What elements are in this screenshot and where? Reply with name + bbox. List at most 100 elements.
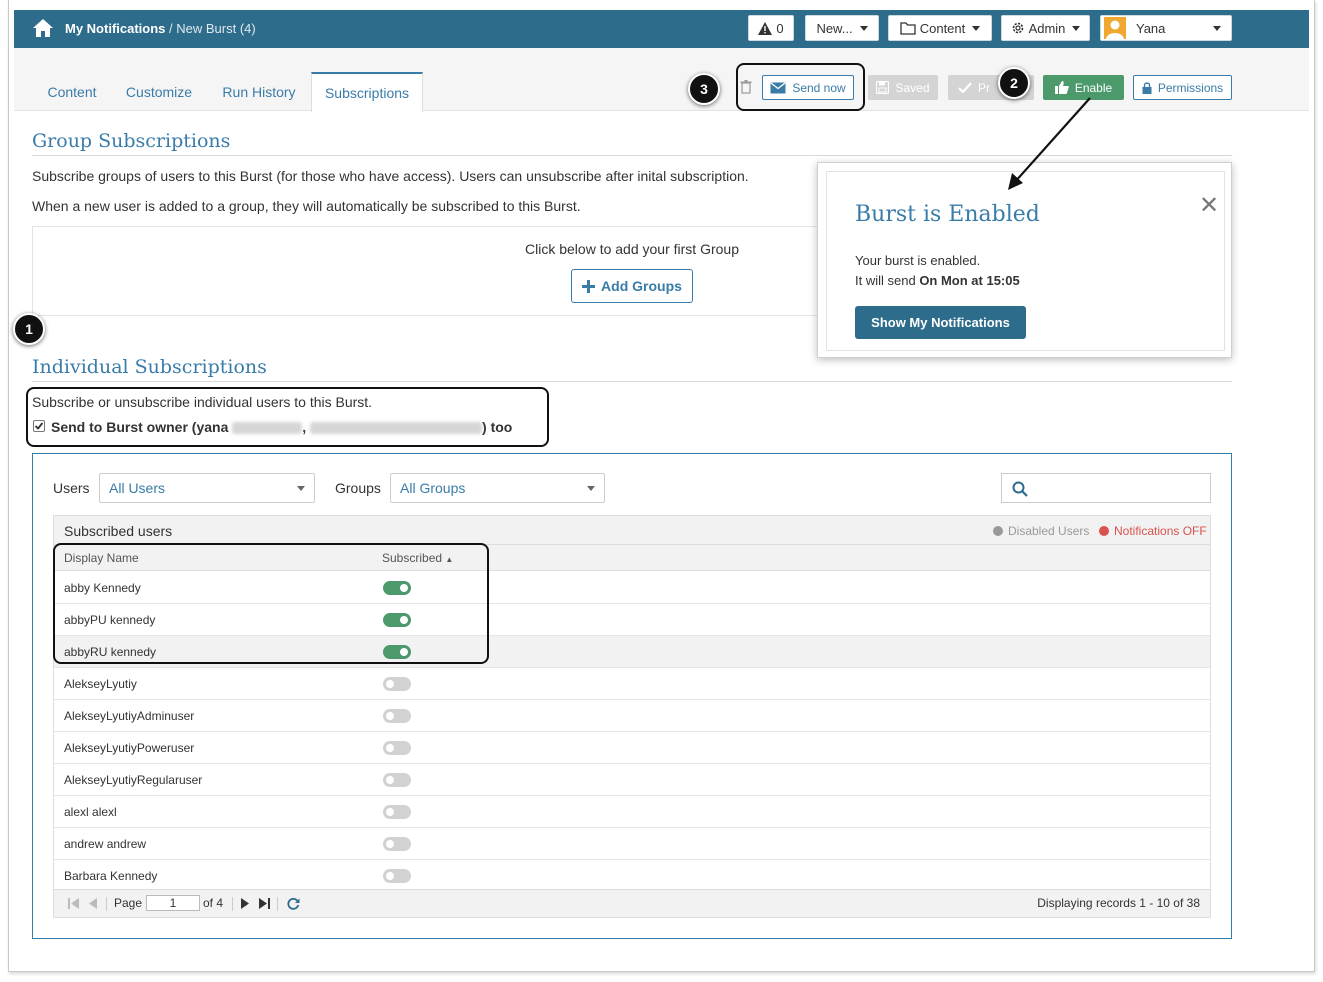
users-filter-value: All Users [109,480,166,496]
saved-button[interactable]: Saved [868,75,938,100]
last-page-icon[interactable] [258,898,270,909]
legend-notifications-off: Notifications OFF [1099,524,1207,538]
groups-filter-label: Groups [335,480,381,496]
red-dot-icon [1099,526,1109,536]
home-icon[interactable] [32,18,54,38]
table-row: AlekseyLyutiyPoweruser [54,732,1210,764]
records-display: Displaying records 1 - 10 of 38 [1037,896,1200,910]
floppy-icon [876,81,890,94]
users-filter-select[interactable]: All Users [99,473,315,503]
table-row: AlekseyLyutiy [54,668,1210,700]
popover-schedule: On Mon at 15:05 [919,273,1020,288]
subscription-toggle[interactable] [383,677,411,691]
check-icon [958,82,972,93]
close-icon[interactable]: ✕ [1199,194,1219,218]
refresh-icon[interactable] [287,897,300,910]
warning-icon [758,21,773,35]
popover-line2-prefix: It will send [855,273,920,288]
permissions-button[interactable]: Permissions [1133,75,1232,100]
show-my-notifications-button[interactable]: Show My Notifications [855,306,1026,339]
chevron-down-icon [297,486,305,491]
checkmark-icon [34,422,44,430]
legend-disabled-label: Disabled Users [1008,524,1090,538]
prev-page-icon[interactable] [89,898,98,909]
owner-checkbox[interactable] [33,420,45,432]
individual-subscriptions-desc: Subscribe or unsubscribe individual user… [32,394,373,410]
chevron-down-icon [859,25,868,31]
add-groups-button[interactable]: Add Groups [571,269,693,303]
table-row: andrew andrew [54,828,1210,860]
content-menu-button[interactable]: Content [888,15,992,41]
groups-filter-select[interactable]: All Groups [390,473,605,503]
tab-content[interactable]: Content [34,72,110,112]
alerts-count: 0 [776,20,784,36]
legend-notif-off-label: Notifications OFF [1114,524,1207,538]
subscription-toggle[interactable] [383,869,411,883]
table-row: AlekseyLyutiyAdminuser [54,700,1210,732]
callout-badge-3: 3 [688,73,720,105]
breadcrumb-root[interactable]: My Notifications [65,21,165,36]
pager-divider [106,897,107,911]
tab-subscriptions[interactable]: Subscriptions [311,72,423,112]
redacted-name [232,422,303,435]
popover-body: Burst is Enabled ✕ Your burst is enabled… [826,171,1225,351]
pager-divider [277,897,278,911]
users-filter-label: Users [53,480,90,496]
toggle-knob [386,872,394,880]
subscription-toggle[interactable] [383,805,411,819]
subscription-toggle[interactable] [383,773,411,787]
owner-checkbox-label: Send to Burst owner (yana , ) too [51,419,513,435]
tab-run-history[interactable]: Run History [214,72,304,112]
gear-icon [1012,22,1023,34]
subscription-toggle[interactable] [383,709,411,723]
first-page-icon[interactable] [68,898,80,909]
toggle-knob [386,840,394,848]
user-menu-button[interactable]: Yana [1100,15,1232,41]
user-display-name: AlekseyLyutiy [64,677,137,691]
legend-disabled-users: Disabled Users [993,524,1089,538]
toggle-knob [386,744,394,752]
user-display-name: AlekseyLyutiyRegularuser [64,773,203,787]
arrow-annotation [1008,97,1091,190]
popover-line2: It will send On Mon at 15:05 [855,273,1020,288]
toggle-knob [386,712,394,720]
callout-box-subscribed [53,543,489,664]
admin-menu-button[interactable]: Admin [1001,15,1090,41]
user-display-name: andrew andrew [64,837,147,851]
enable-label: Enable [1074,80,1113,95]
pager-divider [232,897,233,911]
content-menu-label: Content [919,20,966,36]
chevron-down-icon [587,486,595,491]
top-navbar: My Notifications / New Burst (4) 0 New..… [14,10,1309,48]
publish-label: Pr [978,80,990,95]
thumbs-up-icon [1054,81,1069,94]
groups-empty-text: Click below to add your first Group [525,241,739,257]
plus-icon [582,279,596,293]
groups-filter-value: All Groups [400,480,466,496]
callout-box-send-now [736,63,865,111]
redacted-email [310,422,483,435]
folder-icon [900,21,916,35]
breadcrumb: My Notifications / New Burst (4) [65,21,256,36]
toggle-knob [386,680,394,688]
group-subscriptions-title: Group Subscriptions [32,130,231,152]
lock-icon [1142,81,1152,94]
toggle-knob [386,808,394,816]
search-input[interactable] [1001,473,1211,503]
alerts-button[interactable]: 0 [748,15,794,41]
popover-line1: Your burst is enabled. [855,253,981,268]
page-label: Page [114,896,143,910]
tab-customize[interactable]: Customize [119,72,199,112]
user-display-name: AlekseyLyutiyPoweruser [64,741,195,755]
new-menu-label: New... [816,20,853,36]
next-page-icon[interactable] [240,898,249,909]
user-display-name: AlekseyLyutiyAdminuser [64,709,195,723]
owner-label-prefix: Send to Burst owner (yana [51,419,233,435]
subscription-toggle[interactable] [383,741,411,755]
page-number-input[interactable]: 1 [146,895,200,911]
chevron-down-icon [1213,26,1221,31]
subscription-toggle[interactable] [383,837,411,851]
search-icon [1012,481,1028,497]
grid-title: Subscribed users [64,523,173,539]
new-menu-button[interactable]: New... [805,15,879,41]
